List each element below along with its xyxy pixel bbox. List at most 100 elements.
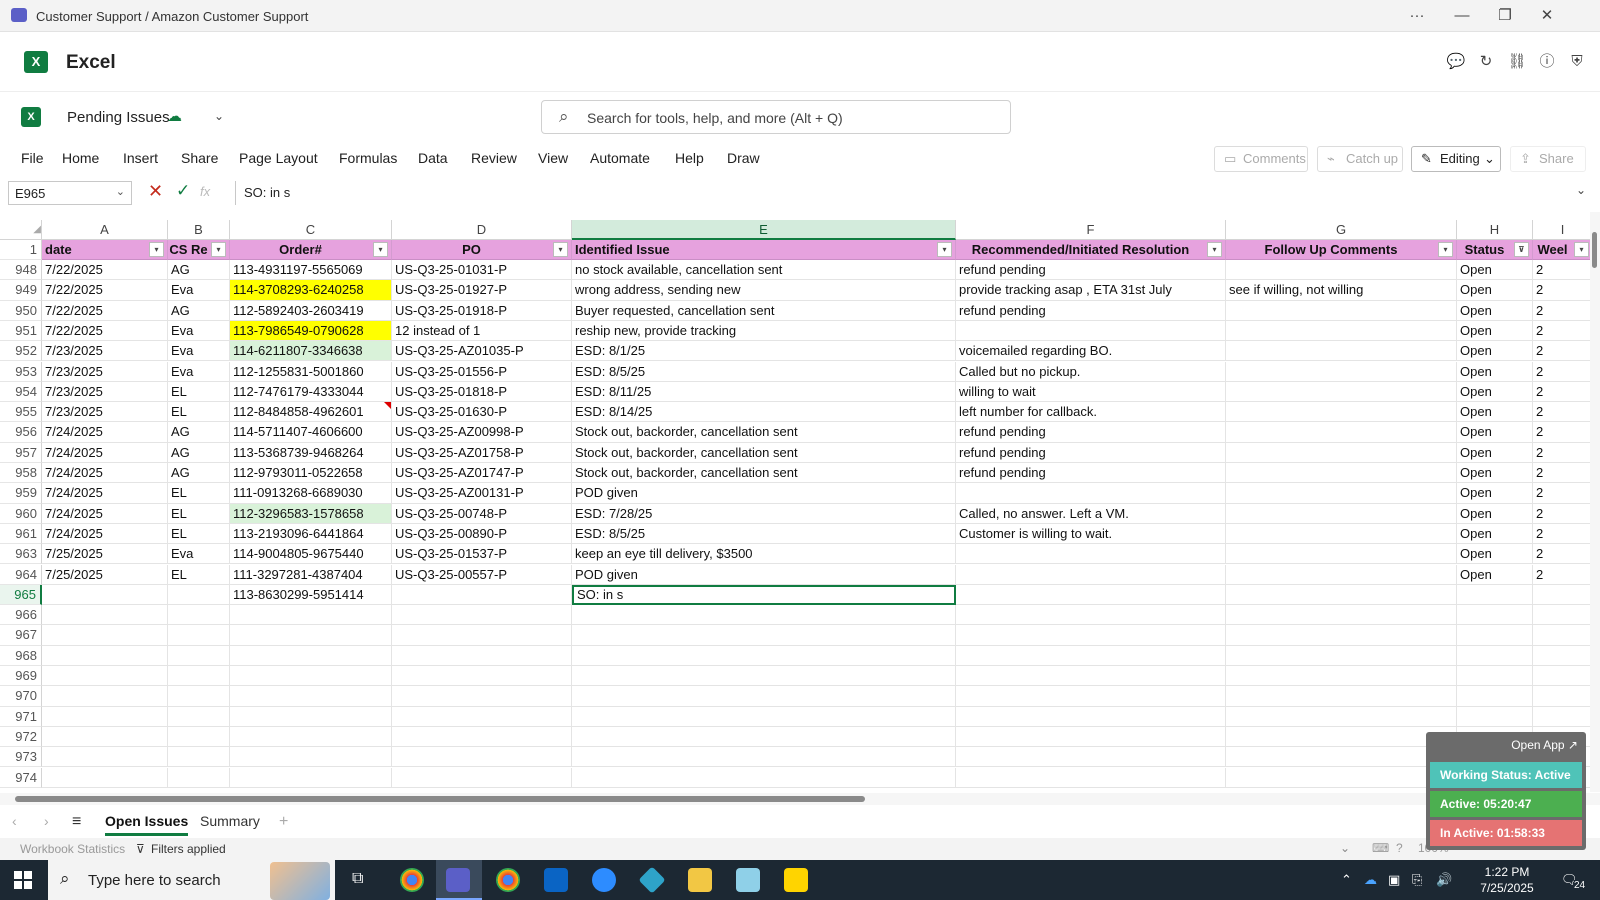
table-cell[interactable] — [956, 726, 1226, 748]
filter-dropdown-icon[interactable]: ▾ — [937, 242, 952, 257]
table-cell[interactable]: 111-0913268-6689030 — [230, 483, 392, 504]
table-cell[interactable]: 2 — [1533, 280, 1590, 301]
table-cell[interactable] — [230, 747, 392, 768]
table-cell[interactable] — [168, 584, 230, 606]
table-cell[interactable] — [168, 666, 230, 687]
table-cell[interactable]: US-Q3-25-01556-P — [392, 361, 572, 382]
table-cell[interactable] — [956, 645, 1226, 666]
table-cell[interactable]: voicemailed regarding BO. — [956, 341, 1226, 362]
menu-share[interactable]: Share — [181, 150, 218, 166]
table-cell[interactable] — [956, 584, 1226, 606]
table-cell[interactable]: refund pending — [956, 260, 1226, 281]
table-cell[interactable]: US-Q3-25-AZ00131-P — [392, 483, 572, 504]
menu-view[interactable]: View — [538, 150, 568, 166]
row-number[interactable]: 969 — [0, 666, 42, 687]
confirm-icon[interactable]: ✓ — [176, 181, 190, 201]
select-all-corner[interactable]: ◢ — [0, 220, 42, 240]
table-cell[interactable] — [168, 686, 230, 707]
table-cell[interactable]: POD given — [572, 564, 956, 585]
table-cell[interactable]: refund pending — [956, 300, 1226, 321]
table-cell[interactable]: 112-1255831-5001860 — [230, 361, 392, 382]
table-cell[interactable] — [392, 605, 572, 626]
chevron-up-icon[interactable]: ⌃ — [1341, 872, 1352, 888]
table-cell[interactable] — [1533, 707, 1590, 727]
menu-help[interactable]: Help — [675, 150, 704, 166]
table-cell[interactable] — [956, 605, 1226, 626]
filter-dropdown-icon[interactable]: ▾ — [1438, 242, 1453, 257]
table-cell[interactable] — [1457, 625, 1533, 646]
header-cell[interactable]: CS Re ▾ — [168, 240, 230, 260]
menu-home[interactable]: Home — [62, 150, 99, 166]
chevron-down-icon[interactable]: ⌄ — [214, 109, 224, 123]
table-cell[interactable]: left number for callback. — [956, 402, 1226, 423]
refresh-icon[interactable]: ↻ — [1476, 52, 1496, 72]
table-cell[interactable]: 113-4931197-5565069 — [230, 260, 392, 281]
table-cell[interactable]: 2 — [1533, 524, 1590, 545]
table-cell[interactable] — [956, 483, 1226, 504]
table-cell[interactable]: Open — [1457, 503, 1533, 524]
column-header-d[interactable]: D — [392, 220, 572, 240]
table-cell[interactable] — [1457, 706, 1533, 727]
table-cell[interactable]: reship new, provide tracking — [572, 320, 956, 342]
table-cell[interactable]: Stock out, backorder, cancellation sent — [572, 422, 956, 443]
table-cell[interactable]: 113-2193096-6441864 — [230, 523, 392, 545]
table-cell[interactable]: Open — [1457, 381, 1533, 403]
table-cell[interactable]: 112-9793011-0522658 — [230, 463, 392, 484]
editing-button[interactable]: ✎ Editing ⌄ — [1411, 146, 1501, 172]
table-cell[interactable] — [956, 767, 1226, 788]
row-number[interactable]: 965 — [0, 584, 42, 606]
table-cell[interactable]: provide tracking asap , ETA 31st July — [956, 280, 1226, 301]
filter-dropdown-icon[interactable]: ⊽ — [1514, 242, 1529, 257]
table-cell[interactable] — [42, 584, 168, 606]
name-box[interactable]: E965 ⌄ — [8, 181, 132, 205]
table-cell[interactable]: 114-9004805-9675440 — [230, 544, 392, 565]
table-cell[interactable] — [42, 686, 168, 707]
zoom-icon[interactable] — [592, 868, 616, 892]
row-number[interactable]: 952 — [0, 341, 42, 362]
table-cell[interactable]: Open — [1457, 483, 1533, 504]
row-number[interactable]: 973 — [0, 747, 42, 768]
teams-icon[interactable] — [446, 868, 470, 892]
table-cell[interactable]: 7/22/2025 — [42, 320, 168, 342]
column-header-i[interactable]: I — [1533, 220, 1590, 240]
table-cell[interactable] — [956, 625, 1226, 646]
table-cell[interactable] — [230, 706, 392, 727]
table-cell[interactable]: Eva — [168, 320, 230, 342]
table-cell[interactable]: 113-7986549-0790628 — [230, 320, 392, 342]
table-cell[interactable] — [392, 767, 572, 788]
table-cell[interactable] — [1457, 605, 1533, 626]
sticky-notes-icon[interactable] — [784, 868, 808, 892]
table-cell[interactable]: 112-8484858-4962601 — [230, 402, 392, 423]
table-cell[interactable]: 2 — [1533, 402, 1590, 423]
table-cell[interactable]: 2 — [1533, 422, 1590, 443]
table-cell[interactable] — [168, 645, 230, 666]
table-cell[interactable] — [1226, 645, 1457, 666]
formula-input[interactable]: SO: in s — [235, 181, 1595, 205]
table-cell[interactable]: 2 — [1533, 341, 1590, 362]
table-cell[interactable] — [168, 605, 230, 626]
header-cell[interactable]: Identified Issue ▾ — [572, 240, 956, 260]
table-cell[interactable]: Eva — [168, 361, 230, 382]
table-cell[interactable]: Stock out, backorder, cancellation sent — [572, 442, 956, 463]
table-cell[interactable]: Open — [1457, 300, 1533, 321]
table-cell[interactable] — [572, 726, 956, 748]
table-cell[interactable] — [42, 625, 168, 646]
row-number[interactable]: 950 — [0, 300, 42, 321]
outlook-icon[interactable] — [544, 868, 568, 892]
next-sheet-icon[interactable]: › — [44, 813, 49, 829]
table-cell[interactable]: EL — [168, 503, 230, 524]
table-cell[interactable] — [392, 645, 572, 666]
table-cell[interactable] — [572, 767, 956, 788]
share-button[interactable]: ⇪ Share — [1510, 146, 1586, 172]
table-cell[interactable] — [1226, 503, 1457, 524]
table-cell[interactable] — [1457, 666, 1533, 687]
menu-page-layout[interactable]: Page Layout — [239, 150, 318, 166]
table-cell[interactable] — [1226, 381, 1457, 403]
row-number[interactable]: 951 — [0, 320, 42, 342]
table-cell[interactable] — [956, 686, 1226, 707]
table-cell[interactable]: AG — [168, 463, 230, 484]
table-cell[interactable]: US-Q3-25-AZ01035-P — [392, 341, 572, 362]
table-cell[interactable]: ESD: 8/14/25 — [572, 402, 956, 423]
filter-dropdown-icon[interactable]: ▾ — [553, 242, 568, 257]
table-cell[interactable]: 114-3708293-6240258 — [230, 280, 392, 301]
